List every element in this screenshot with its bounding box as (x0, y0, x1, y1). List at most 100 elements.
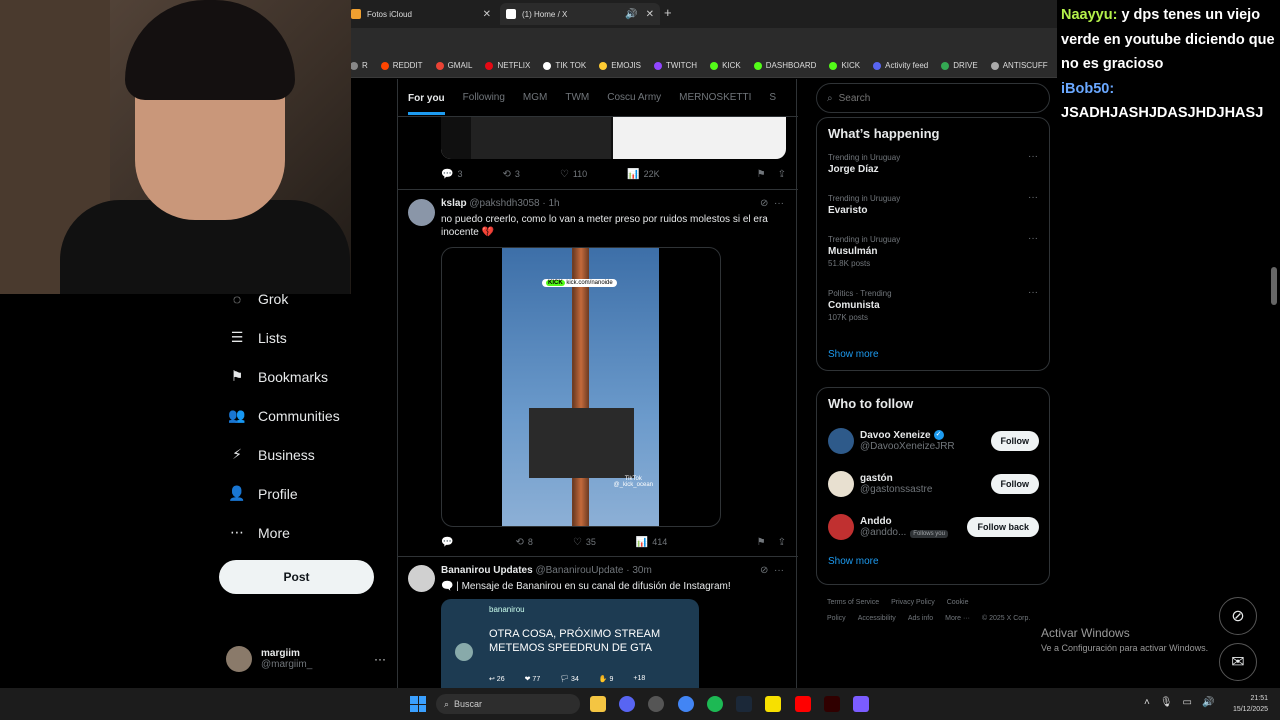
chevron-up-icon[interactable]: ˄ (1144, 697, 1150, 708)
spotify-icon[interactable] (707, 696, 723, 712)
youtube-icon[interactable] (795, 696, 811, 712)
trend-item[interactable]: Trending in Uruguay Evaristo ··· (817, 190, 1049, 231)
like-button[interactable]: ♡ 35 (573, 537, 596, 548)
nav-item-communities[interactable]: 👥 Communities (218, 396, 378, 435)
tweet-media-image[interactable]: bananirou OTRA COSA, PRÓXIMO STREAM METE… (441, 599, 699, 688)
views-button[interactable]: 📊 414 (636, 537, 667, 548)
repost-button[interactable]: ⟲ 3 (502, 169, 519, 180)
more-options-icon[interactable]: ··· (774, 198, 784, 209)
tweet-author-handle[interactable]: @BananirouUpdate (535, 565, 623, 576)
footer-link[interactable]: More ··· (945, 615, 970, 622)
windows-start-icon[interactable] (410, 696, 426, 712)
app-icon[interactable] (648, 696, 664, 712)
more-options-icon[interactable]: ··· (1028, 192, 1038, 203)
tab-for-you[interactable]: For you (408, 93, 445, 115)
avatar[interactable] (828, 427, 854, 454)
tab-mernosketti[interactable]: MERNOSKETTI (679, 92, 751, 103)
chrome-icon[interactable] (678, 696, 694, 712)
tweet-author-name[interactable]: kslap (441, 198, 467, 209)
tweet-media-image[interactable] (441, 117, 786, 159)
bookmark-item[interactable]: NETFLIX (485, 61, 530, 70)
reply-button[interactable]: 💬 3 (441, 169, 462, 180)
microphone-icon[interactable]: 🎙 (1160, 697, 1173, 708)
browser-tab-icloud[interactable]: Fotos iCloud ✕ (345, 3, 497, 25)
tweet-time[interactable]: · 1h (542, 198, 559, 209)
follow-button[interactable]: Follow back (967, 516, 1039, 537)
bookmark-item[interactable]: KICK (829, 61, 860, 70)
bookmark-icon[interactable]: ⚑ (757, 169, 766, 180)
grok-icon[interactable]: ⊘ (760, 198, 768, 209)
tab-mgm[interactable]: MGM (523, 92, 547, 103)
close-icon[interactable]: ✕ (646, 9, 654, 20)
speaker-icon[interactable]: 🔊 (625, 9, 637, 20)
follow-button[interactable]: Follow (990, 473, 1039, 494)
post-button[interactable]: Post (219, 560, 374, 594)
browser-tab-x[interactable]: (1) Home / X 🔊 ✕ (500, 3, 660, 25)
more-options-icon[interactable]: ··· (774, 565, 784, 576)
footer-link[interactable]: © 2025 X Corp. (982, 615, 1030, 622)
tweet-video[interactable]: KICK kick.com/nanoide TikTok @_kick_ocean (441, 247, 721, 527)
new-tab-button[interactable]: + (664, 5, 672, 20)
repost-button[interactable]: ⟲ 8 (515, 537, 532, 548)
grok-fab-button[interactable]: ⊘ (1219, 597, 1257, 635)
speaker-icon[interactable]: 🔊 (1202, 697, 1214, 708)
more-options-icon[interactable]: ··· (374, 652, 386, 666)
footer-link[interactable]: Privacy Policy (891, 599, 935, 606)
tweet-author-name[interactable]: Bananirou Updates (441, 565, 533, 576)
follow-suggestion[interactable]: Anddo @anddo... Follows you Follow back (817, 505, 1049, 548)
steam-icon[interactable] (736, 696, 752, 712)
illustrator-icon[interactable] (824, 696, 840, 712)
avatar[interactable] (408, 199, 435, 226)
bookmark-item[interactable]: KICK (710, 61, 741, 70)
bookmark-item[interactable]: GMAIL (435, 61, 472, 70)
like-button[interactable]: ♡ 110 (560, 169, 587, 180)
nav-item-bookmarks[interactable]: ⚑ Bookmarks (218, 357, 378, 396)
footer-link[interactable]: Terms of Service (827, 599, 879, 606)
more-options-icon[interactable]: ··· (1028, 151, 1038, 162)
avatar[interactable] (408, 565, 435, 592)
messages-fab-button[interactable]: ✉ (1219, 643, 1257, 681)
network-icon[interactable]: ▭ (1183, 697, 1192, 708)
nav-item-profile[interactable]: 👤 Profile (218, 474, 378, 513)
avatar[interactable] (828, 513, 854, 540)
share-icon[interactable]: ⇪ (778, 537, 786, 548)
taskbar-clock[interactable]: 21:51 15/12/2025 (1224, 693, 1268, 715)
grok-icon[interactable]: ⊘ (760, 565, 768, 576)
reply-button[interactable]: 💬 (441, 537, 457, 548)
taskbar-search[interactable]: ⌕ Buscar (436, 694, 580, 714)
bookmark-item[interactable]: Activity feed (873, 61, 928, 70)
account-switcher[interactable]: margiim @margiim_ ··· (226, 644, 386, 674)
tab-twm[interactable]: TWM (565, 92, 589, 103)
footer-link[interactable]: Accessibility (858, 615, 896, 622)
bookmark-item[interactable]: DRIVE (941, 61, 978, 70)
follow-button[interactable]: Follow (990, 430, 1039, 451)
close-icon[interactable]: ✕ (483, 9, 491, 20)
bookmark-item[interactable]: TWITCH (653, 61, 697, 70)
tab-s[interactable]: S (769, 92, 776, 103)
tweet-time[interactable]: · 30m (626, 565, 652, 576)
search-box[interactable]: ⌕ (816, 83, 1050, 113)
nav-item-lists[interactable]: ☰ Lists (218, 318, 378, 357)
search-input[interactable] (838, 92, 1029, 104)
views-button[interactable]: 📊 22K (627, 169, 659, 180)
notes-icon[interactable] (765, 696, 781, 712)
bookmark-icon[interactable]: ⚑ (757, 537, 766, 548)
tweet-author-handle[interactable]: @pakshdh3058 (469, 198, 539, 209)
footer-link[interactable]: Ads info (908, 615, 933, 622)
bookmark-item[interactable]: ANTISCUFF (990, 61, 1048, 70)
show-more-link[interactable]: Show more (817, 548, 1049, 577)
app-grid-icon[interactable] (853, 696, 869, 712)
follow-suggestion[interactable]: gastón @gastonssastre Follow (817, 462, 1049, 505)
more-options-icon[interactable]: ··· (1028, 287, 1038, 298)
bookmark-item[interactable]: TIK TOK (543, 61, 586, 70)
trend-item[interactable]: Politics · Trending Comunista 107K posts ··… (817, 285, 1049, 339)
file-explorer-icon[interactable] (590, 696, 606, 712)
trend-item[interactable]: Trending in Uruguay Jorge Díaz ··· (817, 149, 1049, 190)
follow-suggestion[interactable]: Davoo Xeneize ✓ @DavooXeneizeJRR Follow (817, 419, 1049, 462)
bookmark-item[interactable]: EMOJIS (599, 61, 641, 70)
nav-item-business[interactable]: ⚡ Business (218, 435, 378, 474)
bookmark-item[interactable]: REDDIT (380, 61, 423, 70)
tab-coscu-army[interactable]: Coscu Army (607, 92, 661, 103)
bookmark-item[interactable]: R (350, 61, 368, 70)
share-icon[interactable]: ⇪ (778, 169, 786, 180)
